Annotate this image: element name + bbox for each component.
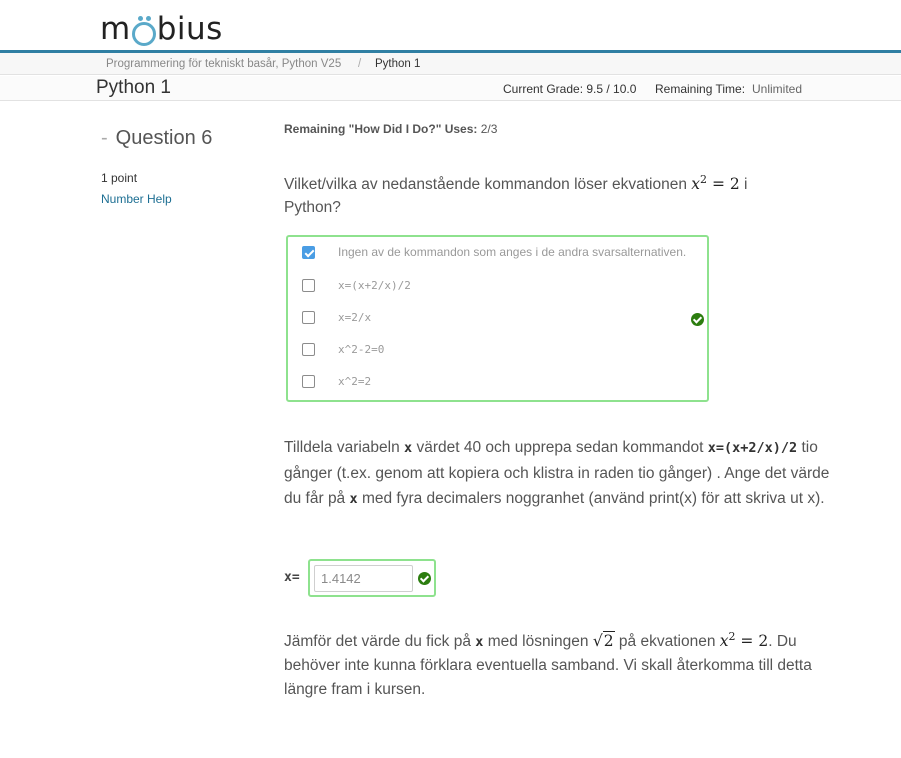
eq-rest: = 2 (707, 175, 740, 194)
part2-text: Tilldela variabeln (284, 439, 405, 456)
eq-rest: = 2 (735, 632, 769, 651)
choice-4[interactable]: x^2-2=0 (302, 339, 384, 359)
how-did-i-do-remaining: Remaining "How Did I Do?" Uses: 2/3 (284, 122, 497, 136)
part3-text: Jämför det värde du fick på x med lösnin… (284, 625, 844, 702)
code-var: x (349, 491, 358, 507)
part3-text-segment: Jämför det värde du fick på (284, 633, 476, 651)
how-did-i-do-value: 2/3 (480, 122, 498, 136)
eq-exp: 2 (728, 630, 736, 643)
checkbox-checked-icon[interactable] (302, 245, 315, 259)
logo-text-right: bius (156, 11, 223, 47)
eq-var: x (691, 175, 701, 194)
part2-text: med fyra decimalers noggranhet (använd p… (357, 490, 825, 507)
choice-label: Ingen av de kommandon som anges i de and… (338, 245, 687, 259)
part1-text: Vilket/vilka av nedanstående kommandon l… (284, 176, 692, 194)
part2-question-text: Tilldela variabeln x värdet 40 och uppre… (284, 435, 844, 512)
number-help-link[interactable]: Number Help (101, 192, 172, 206)
sqrt-expression: √2 (592, 631, 615, 651)
part3-equation: x2 = 2 (719, 630, 769, 651)
answer-input[interactable] (314, 565, 413, 592)
how-did-i-do-label: Remaining "How Did I Do?" Uses: (284, 122, 478, 136)
choice-1[interactable]: Ingen av de kommandon som anges i de and… (302, 242, 686, 262)
part2-text: värdet 40 och upprepa sedan kommandot (412, 439, 708, 456)
remaining-time-label: Remaining Time: (655, 82, 746, 96)
question-points: 1 point (101, 171, 138, 185)
question-collapse-dash[interactable]: - (101, 127, 108, 149)
breadcrumb: Programmering för tekniskt basår, Python… (0, 53, 901, 75)
part1-question-text: Vilket/vilka av nedanstående kommandon l… (284, 168, 804, 219)
breadcrumb-separator: / (358, 58, 362, 70)
choice-label: x=(x+2/x)/2 (338, 278, 411, 292)
checkbox-icon[interactable] (302, 342, 315, 356)
eq-exp: 2 (700, 173, 708, 186)
part3-text-segment: på ekvationen (614, 633, 720, 651)
part1-equation: x2 = 2 (691, 173, 740, 194)
answer-label: x= (284, 570, 300, 585)
eq-var: x (719, 632, 729, 651)
breadcrumb-current: Python 1 (375, 58, 421, 70)
sqrt-symbol: √ (592, 632, 603, 651)
choice-label: x=2/x (338, 310, 372, 324)
breadcrumb-course-link[interactable]: Programmering för tekniskt basår, Python… (106, 58, 341, 70)
sqrt-arg: 2 (602, 631, 615, 651)
question-heading: - Question 6 (101, 127, 212, 150)
choice-label: x^2=2 (338, 374, 372, 388)
checkbox-icon[interactable] (302, 374, 315, 388)
code-command: x=(x+2/x)/2 (707, 440, 798, 456)
choice-3[interactable]: x=2/x (302, 307, 371, 327)
question-title: Question 6 (115, 127, 213, 149)
choice-label: x^2-2=0 (338, 342, 385, 356)
check-circle-icon (418, 572, 431, 585)
checkbox-icon[interactable] (302, 278, 315, 292)
code-var: x (404, 440, 413, 456)
choice-2[interactable]: x=(x+2/x)/2 (302, 275, 411, 295)
checkbox-icon[interactable] (302, 310, 315, 324)
assignment-title-bar: Python 1 Current Grade: 9.5 / 10.0 Remai… (0, 76, 901, 101)
choice-list: Ingen av de kommandon som anges i de and… (286, 235, 709, 402)
choice-5[interactable]: x^2=2 (302, 371, 371, 391)
answer-field-wrapper (308, 559, 436, 597)
logo-o-umlaut-icon (131, 16, 156, 46)
part3-text-segment: med lösningen (483, 633, 593, 651)
current-grade: Current Grade: 9.5 / 10.0 (503, 82, 637, 96)
page-title: Python 1 (96, 77, 171, 98)
logo-text-left: m (100, 11, 131, 47)
check-circle-icon (691, 313, 704, 326)
mobius-logo: m bius (100, 5, 223, 47)
remaining-time-value: Unlimited (752, 82, 803, 96)
